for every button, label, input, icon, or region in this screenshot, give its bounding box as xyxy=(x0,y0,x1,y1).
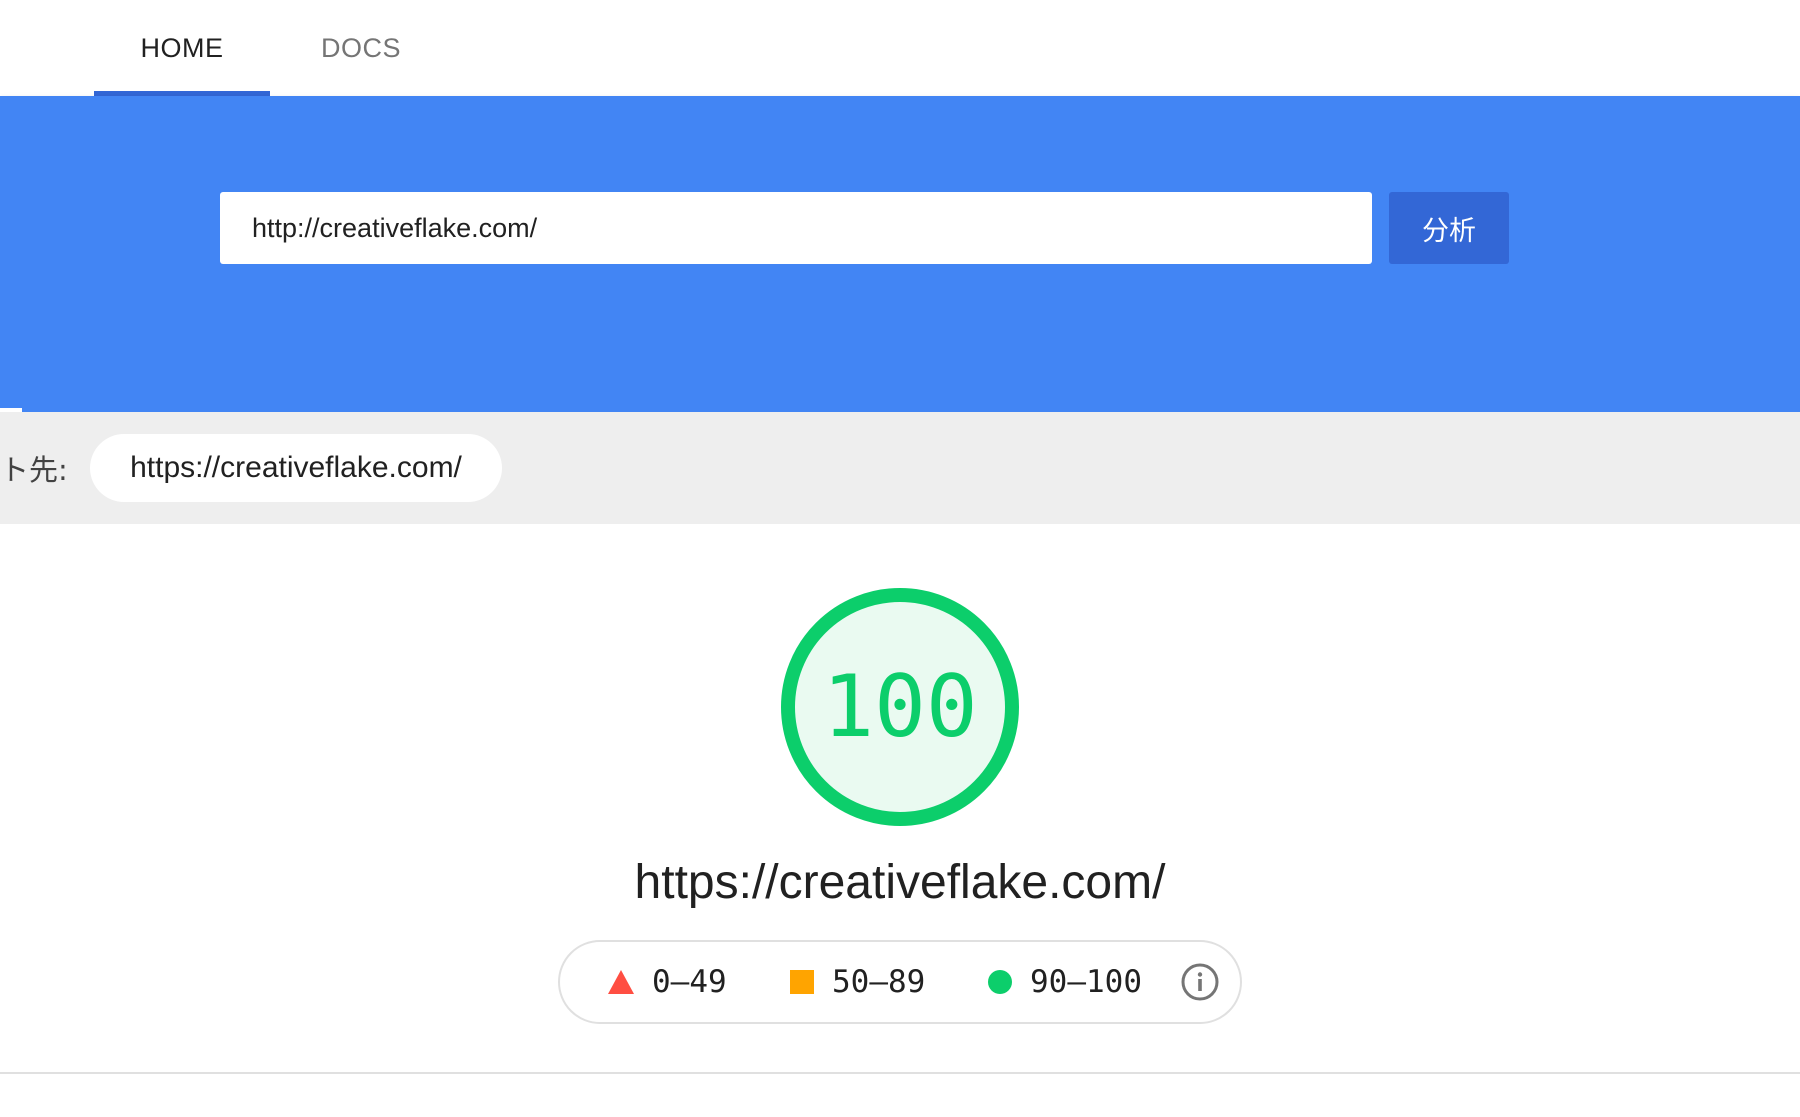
legend-pass-range: 90–100 xyxy=(1030,964,1142,1000)
score-legend: 0–49 50–89 90–100 xyxy=(558,940,1242,1024)
redirect-label: ト先: xyxy=(0,453,68,487)
circle-icon xyxy=(988,970,1012,994)
final-url: https://creativeflake.com/ xyxy=(634,856,1166,909)
legend-average: 50–89 xyxy=(790,942,925,1022)
analyze-button[interactable]: 分析 xyxy=(1389,192,1509,264)
legend-pass: 90–100 xyxy=(988,942,1142,1022)
tab-docs[interactable]: DOCS xyxy=(270,0,452,96)
tab-home[interactable]: HOME xyxy=(94,0,270,96)
legend-average-range: 50–89 xyxy=(832,964,926,1000)
section-divider xyxy=(0,1072,1800,1074)
redirect-url-chip: https://creativeflake.com/ xyxy=(90,434,502,502)
score-value: 100 xyxy=(822,657,978,757)
redirect-bar: ト先: https://creativeflake.com/ xyxy=(0,412,1800,524)
legend-fail-range: 0–49 xyxy=(652,964,727,1000)
legend-fail: 0–49 xyxy=(608,942,727,1022)
square-icon xyxy=(790,970,814,994)
url-input[interactable] xyxy=(220,192,1372,264)
triangle-icon xyxy=(608,970,634,994)
top-nav: HOME DOCS xyxy=(0,0,1800,96)
info-icon[interactable] xyxy=(1180,962,1220,1002)
search-hero: 分析 xyxy=(0,96,1800,412)
